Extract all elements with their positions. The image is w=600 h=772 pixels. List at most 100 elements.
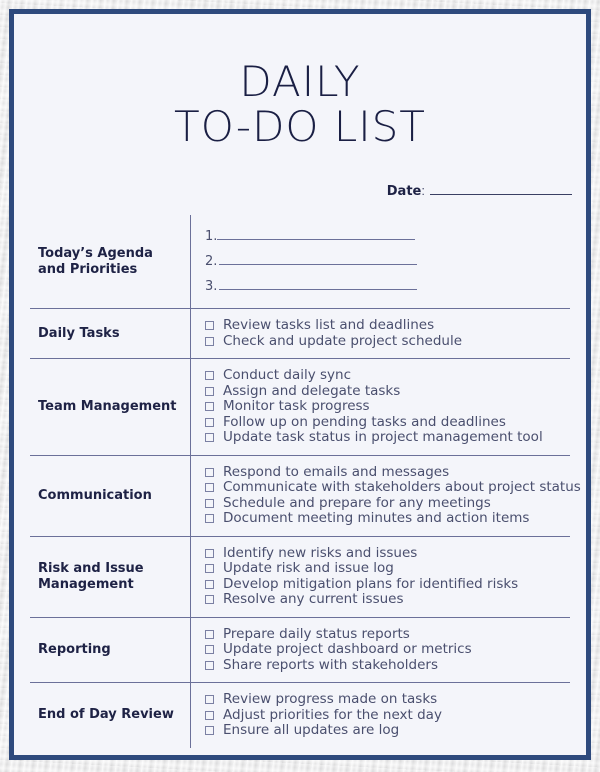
page-border-frame: DAILY TO-DO LIST Date: Today’s Agenda an… — [9, 9, 591, 760]
checklist-item[interactable]: Update project dashboard or metrics — [205, 642, 564, 658]
checklist-item[interactable]: Identify new risks and issues — [205, 546, 564, 562]
checklist-item-label: Schedule and prepare for any meetings — [223, 494, 491, 511]
checklist-item[interactable]: Adjust priorities for the next day — [205, 708, 564, 724]
checkbox-icon[interactable] — [205, 386, 214, 396]
title-line-todo-list: TO-DO LIST — [174, 101, 426, 151]
section-items: 1. 2. 3. — [190, 215, 570, 309]
checkbox-icon[interactable] — [205, 548, 214, 558]
section-items: Conduct daily sync Assign and delegate ta… — [190, 359, 570, 455]
checkbox-icon[interactable] — [205, 321, 214, 331]
entry-number: 2. — [205, 254, 218, 270]
checkbox-icon[interactable] — [205, 336, 214, 346]
checklist-item[interactable]: Assign and delegate tasks — [205, 384, 564, 400]
numbered-entry: 2. — [205, 249, 564, 274]
section-items: Identify new risks and issues Update risk… — [190, 536, 570, 617]
entry-number: 1. — [205, 229, 218, 245]
section-label-end-of-day-review: End of Day Review — [38, 707, 174, 723]
section-items: Review tasks list and deadlines Check and… — [190, 309, 570, 359]
section-label-risk-and-issue-management: Risk and Issue Management — [38, 560, 144, 592]
checklist-item-label: Respond to emails and messages — [223, 463, 450, 480]
table-row: Risk and Issue Management Identify new ri… — [30, 535, 570, 617]
checkbox-icon[interactable] — [205, 371, 214, 381]
entry-write-in-line[interactable] — [219, 263, 418, 266]
table-row: Communication Respond to emails and messa… — [30, 454, 581, 536]
checklist-item[interactable]: Resolve any current issues — [205, 592, 564, 608]
checkbox-icon[interactable] — [205, 595, 214, 605]
section-items: Review progress made on tasks Adjust prio… — [190, 683, 570, 748]
table-row: Daily Tasks Review tasks list and deadlin… — [30, 308, 570, 359]
checklist-item-label: Communicate with stakeholders about proj… — [223, 479, 581, 496]
checkbox-icon[interactable] — [205, 579, 214, 589]
checkbox-icon[interactable] — [205, 514, 214, 524]
checklist-item[interactable]: Schedule and prepare for any meetings — [205, 496, 581, 512]
checklist-item[interactable]: Follow up on pending tasks and deadlines — [205, 415, 564, 431]
checklist-item[interactable]: Respond to emails and messages — [205, 465, 581, 481]
table-row: Today’s Agenda and Priorities 1. 2. 3. — [30, 215, 570, 309]
section-label-team-management: Team Management — [38, 398, 177, 414]
checkbox-icon[interactable] — [205, 498, 214, 508]
checklist-item[interactable]: Ensure all updates are log — [205, 723, 564, 739]
table-row: Team Management Conduct daily sync Assign … — [30, 358, 570, 455]
checklist-item[interactable]: Conduct daily sync — [205, 368, 564, 384]
checkbox-icon[interactable] — [205, 629, 214, 639]
checklist-item-label: Check and update project schedule — [223, 332, 463, 349]
checklist-item[interactable]: Share reports with stakeholders — [205, 658, 564, 674]
checklist-item[interactable]: Review progress made on tasks — [205, 692, 564, 708]
checklist-item[interactable]: Document meeting minutes and action item… — [205, 511, 581, 527]
checklist-item[interactable]: Update risk and issue log — [205, 561, 564, 577]
checklist-item-label: Adjust priorities for the next day — [223, 706, 442, 723]
checklist-item-label: Update task status in project management… — [223, 429, 543, 446]
checkbox-icon[interactable] — [205, 417, 214, 427]
table-row: Reporting Prepare daily status reports Upd… — [30, 616, 570, 683]
todo-sheet: DAILY TO-DO LIST Date: Today’s Agenda an… — [16, 16, 584, 753]
entry-number: 3. — [205, 279, 218, 295]
checkbox-icon[interactable] — [205, 467, 214, 477]
checkbox-icon[interactable] — [205, 645, 214, 655]
checkbox-icon[interactable] — [205, 483, 214, 493]
section-label-communication: Communication — [38, 487, 152, 503]
section-label-daily-tasks: Daily Tasks — [38, 325, 120, 341]
section-items: Respond to emails and messages Communicat… — [190, 455, 587, 536]
checklist-item[interactable]: Develop mitigation plans for identified … — [205, 577, 564, 593]
checklist-item[interactable]: Check and update project schedule — [205, 334, 564, 350]
checklist-item-label: Review progress made on tasks — [223, 691, 438, 708]
checkbox-icon[interactable] — [205, 660, 214, 670]
checklist-item[interactable]: Review tasks list and deadlines — [205, 318, 564, 334]
checklist-item[interactable]: Monitor task progress — [205, 399, 564, 415]
checkbox-icon[interactable] — [205, 402, 214, 412]
checklist-item-label: Identify new risks and issues — [223, 544, 418, 561]
checklist-item-label: Resolve any current issues — [223, 591, 404, 608]
checklist-item-label: Update project dashboard or metrics — [223, 641, 472, 658]
section-items: Prepare daily status reports Update proje… — [190, 617, 570, 683]
date-row: Date: — [16, 183, 584, 199]
checklist-item[interactable]: Prepare daily status reports — [205, 627, 564, 643]
checklist-item-label: Assign and delegate tasks — [223, 382, 401, 399]
section-label-todays-agenda-and-priorities: Today’s Agenda and Priorities — [38, 245, 153, 277]
page-border-inner: DAILY TO-DO LIST Date: Today’s Agenda an… — [14, 14, 586, 755]
section-label-reporting: Reporting — [38, 641, 111, 657]
entry-write-in-line[interactable] — [217, 238, 416, 241]
todo-table: Today’s Agenda and Priorities 1. 2. 3. Daily… — [30, 215, 581, 748]
checkbox-icon[interactable] — [205, 433, 214, 443]
numbered-entry: 1. — [205, 224, 564, 249]
checklist-item-label: Develop mitigation plans for identified … — [223, 575, 519, 592]
checkbox-icon[interactable] — [205, 564, 214, 574]
date-label: Date — [386, 184, 422, 200]
date-colon: : — [421, 183, 425, 199]
checklist-item-label: Document meeting minutes and action item… — [223, 510, 530, 527]
checklist-item-label: Ensure all updates are log — [223, 722, 400, 739]
checklist-item-label: Prepare daily status reports — [223, 625, 410, 642]
checklist-item-label: Review tasks list and deadlines — [223, 317, 435, 334]
numbered-entry: 3. — [205, 274, 564, 299]
checkbox-icon[interactable] — [205, 695, 214, 705]
title-line-daily: DAILY — [239, 57, 361, 106]
date-input-line[interactable] — [430, 193, 572, 196]
checklist-item[interactable]: Update task status in project management… — [205, 430, 564, 446]
checkbox-icon[interactable] — [205, 710, 214, 720]
checkbox-icon[interactable] — [205, 726, 214, 736]
checklist-item-label: Follow up on pending tasks and deadlines — [223, 413, 506, 430]
checklist-item-label: Share reports with stakeholders — [223, 656, 439, 673]
checklist-item[interactable]: Communicate with stakeholders about proj… — [205, 480, 581, 496]
entry-write-in-line[interactable] — [219, 288, 418, 291]
table-row: End of Day Review Review progress made on… — [30, 682, 570, 748]
